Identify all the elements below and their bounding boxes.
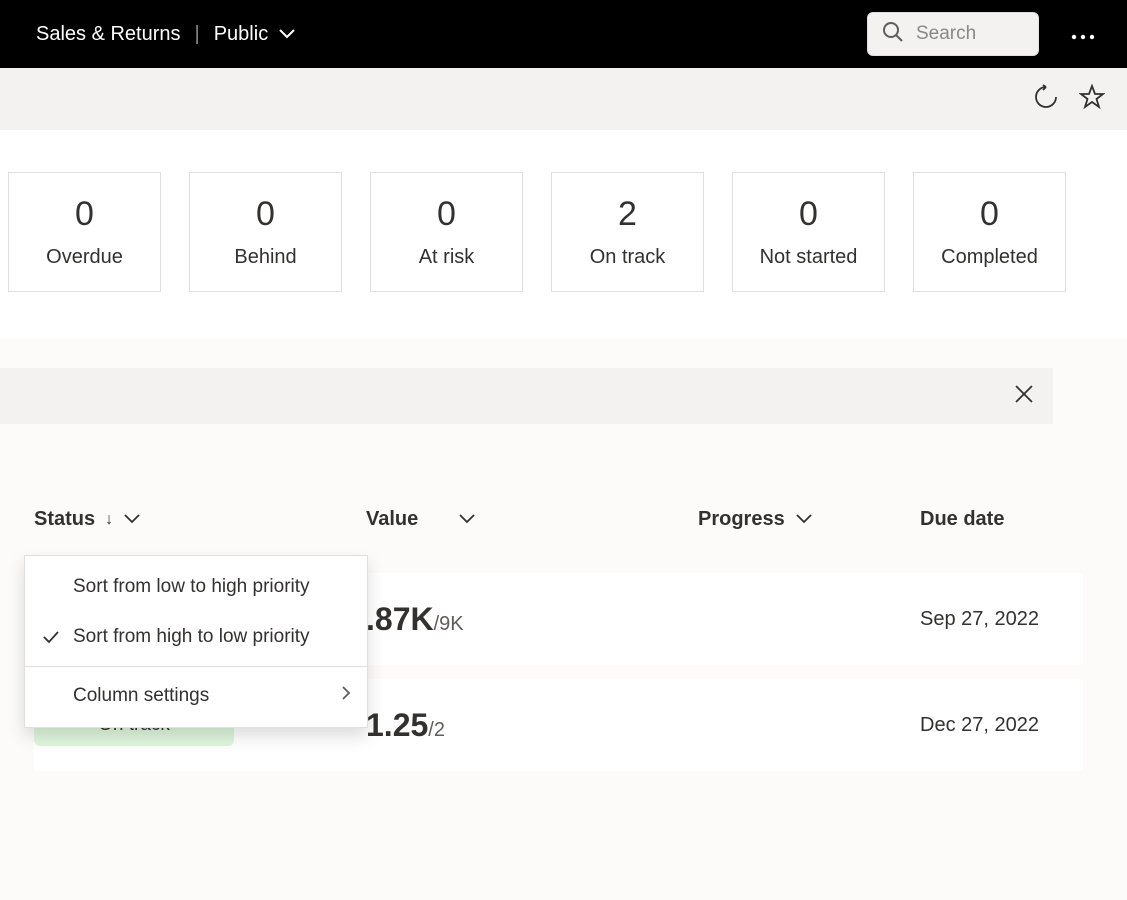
value-main: .87K xyxy=(366,601,434,638)
close-button[interactable] xyxy=(1013,381,1035,412)
card-on-track[interactable]: 2 On track xyxy=(551,172,704,292)
scope-label: Public xyxy=(214,23,268,46)
status-cards: 0 Overdue 0 Behind 0 At risk 2 On track … xyxy=(0,130,1127,338)
card-label: Not started xyxy=(760,246,858,269)
menu-item-label: Sort from low to high priority xyxy=(73,576,310,598)
card-label: Behind xyxy=(234,246,296,269)
card-label: At risk xyxy=(419,246,475,269)
search-field[interactable] xyxy=(916,23,1024,45)
column-header-due-date[interactable]: Due date xyxy=(920,508,1080,531)
card-label: On track xyxy=(590,246,666,269)
top-bar: Sales & Returns | Public xyxy=(0,0,1127,68)
column-label: Progress xyxy=(698,508,785,531)
scope-dropdown[interactable]: Public xyxy=(214,23,296,46)
cell-due-date: Dec 27, 2022 xyxy=(920,714,1080,737)
close-icon xyxy=(1013,381,1035,411)
favorite-button[interactable] xyxy=(1079,84,1105,115)
chevron-right-icon xyxy=(341,685,351,707)
top-bar-actions xyxy=(867,12,1099,56)
column-header-status[interactable]: Status ↓ xyxy=(34,508,366,531)
menu-sort-low-to-high[interactable]: Sort from low to high priority xyxy=(25,562,367,612)
menu-column-settings[interactable]: Column settings xyxy=(25,671,367,721)
card-at-risk[interactable]: 0 At risk xyxy=(370,172,523,292)
refresh-button[interactable] xyxy=(1033,84,1059,115)
chevron-down-icon xyxy=(795,508,813,531)
value-denominator: /2 xyxy=(428,719,445,742)
menu-divider xyxy=(25,666,367,667)
breadcrumb-separator: | xyxy=(195,23,200,46)
column-header-value[interactable]: Value xyxy=(366,508,698,531)
column-label: Due date xyxy=(920,508,1004,531)
column-header-progress[interactable]: Progress xyxy=(698,508,920,531)
value-denominator: /9K xyxy=(434,613,464,636)
more-options-button[interactable] xyxy=(1067,19,1099,50)
menu-item-label: Sort from high to low priority xyxy=(73,626,310,648)
ellipsis-icon xyxy=(1071,23,1095,45)
card-label: Completed xyxy=(941,246,1038,269)
table-header-row: Status ↓ Value Progress Due date xyxy=(34,508,1083,531)
chevron-down-icon xyxy=(458,508,476,531)
card-value: 0 xyxy=(980,195,999,234)
card-label: Overdue xyxy=(46,246,123,269)
card-value: 0 xyxy=(256,195,275,234)
card-not-started[interactable]: 0 Not started xyxy=(732,172,885,292)
card-overdue[interactable]: 0 Overdue xyxy=(8,172,161,292)
refresh-icon xyxy=(1033,84,1059,115)
search-icon xyxy=(882,21,904,48)
chevron-down-icon xyxy=(278,23,296,46)
card-value: 0 xyxy=(799,195,818,234)
card-value: 0 xyxy=(75,195,94,234)
sort-down-icon: ↓ xyxy=(105,511,113,529)
menu-sort-high-to-low[interactable]: Sort from high to low priority xyxy=(25,612,367,662)
menu-item-label: Column settings xyxy=(73,685,209,707)
search-input[interactable] xyxy=(867,12,1039,56)
card-value: 2 xyxy=(618,195,637,234)
report-title: Sales & Returns xyxy=(36,23,181,46)
cell-value: .87K/9K xyxy=(366,601,698,638)
star-icon xyxy=(1079,84,1105,115)
status-sort-menu: Sort from low to high priority Sort from… xyxy=(24,555,368,728)
check-icon xyxy=(41,630,61,644)
column-label: Value xyxy=(366,508,418,531)
card-value: 0 xyxy=(437,195,456,234)
banner xyxy=(0,368,1053,424)
card-completed[interactable]: 0 Completed xyxy=(913,172,1066,292)
card-behind[interactable]: 0 Behind xyxy=(189,172,342,292)
value-main: 1.25 xyxy=(366,707,428,744)
cell-value: 1.25/2 xyxy=(366,707,698,744)
column-label: Status xyxy=(34,508,95,531)
cell-due-date: Sep 27, 2022 xyxy=(920,608,1080,631)
banner-section xyxy=(0,368,1127,424)
breadcrumb: Sales & Returns | Public xyxy=(36,23,296,46)
chevron-down-icon xyxy=(123,508,141,531)
secondary-toolbar xyxy=(0,68,1127,130)
